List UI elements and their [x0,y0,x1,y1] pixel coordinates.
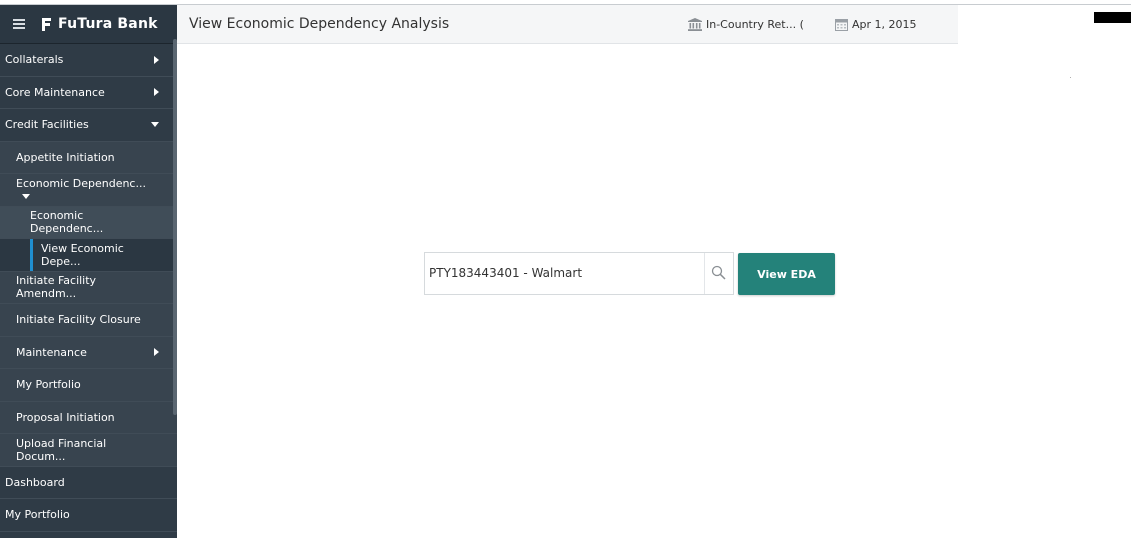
bank-icon [688,18,702,31]
header-bar: View Economic Dependency Analysis In-Cou… [177,5,958,44]
date-label: Apr 1, 2015 [852,18,917,31]
caret-down-icon [151,122,159,128]
sidebar-item-dashboard[interactable]: Dashboard [0,466,177,499]
sidebar-item-label: Credit Facilities [5,118,89,132]
sidebar: FuTura Bank Collaterals Core Maintenance… [0,5,177,538]
stray-dot [1070,77,1071,78]
sidebar-item-label: Initiate Facility Closure [16,313,141,327]
calendar-icon [835,19,848,31]
sidebar-item-label: Proposal Initiation [16,410,115,424]
header-right-area [958,5,1131,44]
sidebar-item-credit-facilities[interactable]: Credit Facilities [0,109,177,142]
sidebar-item-label: Economic Dependenc... [16,176,146,190]
sidebar-item-maintenance[interactable]: Maintenance [0,336,177,369]
caret-right-icon [154,348,159,357]
sidebar-item-appetite-initiation[interactable]: Appetite Initiation [0,141,177,174]
caret-right-icon [154,55,159,64]
sidebar-scrollbar[interactable] [173,39,177,415]
brand-name: FuTura Bank [58,16,158,32]
sidebar-item-label: Maintenance [16,345,87,359]
search-field [424,252,734,295]
sidebar-item-label: Core Maintenance [5,85,105,99]
sidebar-item-core-maintenance[interactable]: Core Maintenance [0,76,177,109]
sidebar-item-label: Appetite Initiation [16,150,115,164]
branch-selector[interactable]: In-Country Ret... ( [688,18,804,31]
sidebar-item-label: My Portfolio [5,508,70,522]
sidebar-item-label: View Economic Depe... [41,241,124,268]
sidebar-item-label: Economic Dependenc... [30,209,104,236]
sidebar-item-my-portfolio-sub[interactable]: My Portfolio [0,369,177,402]
date-selector[interactable]: Apr 1, 2015 [835,18,917,31]
branch-label: In-Country Ret... ( [706,18,804,31]
sidebar-item-my-portfolio[interactable]: My Portfolio [0,499,177,532]
sidebar-item-view-economic-dependency[interactable]: View Economic Depe... [0,239,177,272]
sidebar-item-economic-dependency[interactable]: Economic Dependenc... [0,174,177,207]
sidebar-item-initiate-facility-closure[interactable]: Initiate Facility Closure [0,304,177,337]
sidebar-item-upload-financial-documents[interactable]: Upload Financial Docum... [0,434,177,467]
sidebar-item-label: My Portfolio [16,378,81,392]
sidebar-item-label: Collaterals [5,53,64,67]
hamburger-menu-icon[interactable] [13,19,25,29]
futura-logo-icon [42,18,51,31]
search-icon[interactable] [711,265,727,281]
brand-bar: FuTura Bank [0,5,177,44]
party-search-input[interactable] [429,263,699,283]
sidebar-item-proposal-initiation[interactable]: Proposal Initiation [0,401,177,434]
page-title: View Economic Dependency Analysis [189,16,450,32]
caret-right-icon [154,88,159,97]
sidebar-item-label: Upload Financial Docum... [16,436,107,463]
sidebar-item-economic-dependency-analysis[interactable]: Economic Dependenc... [0,206,177,239]
view-eda-button[interactable]: View EDA [738,253,835,295]
sidebar-item-initiate-facility-amendment[interactable]: Initiate Facility Amendm... [0,271,177,304]
sidebar-item-label: Dashboard [5,475,65,489]
sidebar-item-label: Initiate Facility Amendm... [16,274,97,301]
sidebar-item-collaterals[interactable]: Collaterals [0,44,177,77]
caret-down-icon [22,194,30,200]
redacted-user-bar [1094,12,1131,23]
search-divider [704,253,705,294]
